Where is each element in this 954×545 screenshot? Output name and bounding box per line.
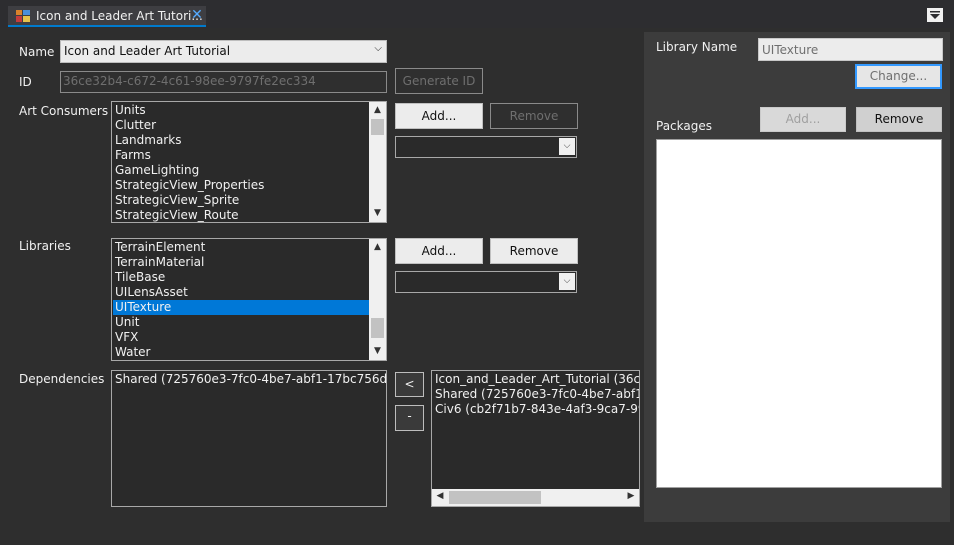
list-item[interactable]: Water [115, 345, 150, 360]
pkg-remove-button[interactable]: Remove [856, 107, 942, 132]
list-item[interactable]: VFX [115, 330, 138, 345]
list-item[interactable]: TerrainElement [115, 240, 205, 255]
scroll-thumb[interactable] [371, 318, 384, 338]
library-name-value: UITexture [762, 43, 819, 57]
scroll-down-icon[interactable]: ▼ [369, 205, 386, 222]
chevron-down-icon: ⌵ [559, 138, 575, 155]
scroll-up-icon[interactable]: ▲ [369, 102, 386, 119]
available-dependencies-list[interactable]: Icon_and_Leader_Art_Tutorial (36ce32b Sh… [431, 370, 640, 507]
pkg-add-button[interactable]: Add... [760, 107, 846, 132]
horizontal-scrollbar[interactable]: ◀ ▶ [432, 489, 639, 506]
library-name-label: Library Name [656, 40, 738, 54]
scroll-thumb[interactable] [449, 491, 541, 504]
close-icon[interactable]: ✕ [190, 8, 204, 22]
art-consumer-dropdown[interactable]: ⌵ [395, 136, 577, 158]
libraries-list[interactable]: TerrainElement TerrainMaterial TileBase … [111, 238, 387, 361]
packages-label: Packages [656, 119, 712, 133]
list-item[interactable]: Civ6 (cb2f71b7-843e-4af3-9ca7-992acc [435, 402, 639, 417]
list-item[interactable]: Shared (725760e3-7fc0-4be7-abf1-17bc756d… [115, 372, 386, 387]
list-item[interactable]: Shared (725760e3-7fc0-4be7-abf1-17bc [435, 387, 639, 402]
list-item[interactable]: UILensAsset [115, 285, 188, 300]
chevron-down-icon: ⌵ [559, 273, 575, 290]
art-consumers-list[interactable]: Units Clutter Landmarks Farms GameLighti… [111, 101, 387, 223]
lib-remove-button[interactable]: Remove [490, 238, 578, 264]
list-item[interactable]: Icon_and_Leader_Art_Tutorial (36ce32b [435, 372, 639, 387]
dependencies-list[interactable]: Shared (725760e3-7fc0-4be7-abf1-17bc756d… [111, 370, 387, 507]
list-item[interactable]: Unit [115, 315, 139, 330]
list-item[interactable]: Farms [115, 148, 151, 163]
lib-add-button[interactable]: Add... [395, 238, 483, 264]
art-consumers-label: Art Consumers [19, 104, 109, 118]
chevron-down-icon: ⌵ [374, 43, 382, 54]
project-icon [16, 10, 30, 22]
remove-dependency-button[interactable]: - [395, 405, 424, 431]
scroll-thumb[interactable] [371, 119, 384, 135]
list-item[interactable]: StrategicView_Sprite [115, 193, 239, 208]
add-dependency-button[interactable]: < [395, 372, 424, 397]
list-item[interactable]: StrategicView_Properties [115, 178, 264, 193]
list-item[interactable]: StrategicView_Route [115, 208, 239, 222]
document-tab[interactable]: Icon and Leader Art Tutori... ✕ [8, 6, 206, 27]
dependencies-label: Dependencies [19, 372, 105, 386]
id-value: 36ce32b4-c672-4c61-98ee-9797fe2ec334 [63, 74, 316, 88]
library-dropdown[interactable]: ⌵ [395, 271, 577, 293]
scroll-left-icon[interactable]: ◀ [432, 489, 448, 506]
name-value: Icon and Leader Art Tutorial [64, 44, 231, 58]
list-item[interactable]: Landmarks [115, 133, 181, 148]
list-item-selected[interactable]: UITexture [113, 300, 369, 315]
scroll-right-icon[interactable]: ▶ [623, 489, 639, 506]
id-label: ID [19, 75, 32, 89]
list-item[interactable]: TileBase [115, 270, 165, 285]
generate-id-button[interactable]: Generate ID [395, 68, 483, 94]
vertical-scrollbar[interactable]: ▲ ▼ [369, 102, 386, 222]
name-label: Name [19, 45, 55, 59]
list-item[interactable]: Clutter [115, 118, 156, 133]
window-menu-icon[interactable] [927, 8, 943, 22]
list-item[interactable]: TerrainMaterial [115, 255, 204, 270]
scroll-up-icon[interactable]: ▲ [369, 239, 386, 256]
name-combobox[interactable]: Icon and Leader Art Tutorial ⌵ [60, 40, 387, 63]
change-button[interactable]: Change... [855, 64, 942, 89]
packages-list[interactable] [656, 139, 942, 488]
id-field: 36ce32b4-c672-4c61-98ee-9797fe2ec334 [60, 71, 387, 93]
tab-title: Icon and Leader Art Tutori... [36, 9, 203, 23]
list-item[interactable]: GameLighting [115, 163, 199, 178]
vertical-scrollbar[interactable]: ▲ ▼ [369, 239, 386, 360]
scroll-down-icon[interactable]: ▼ [369, 343, 386, 360]
art-add-button[interactable]: Add... [395, 103, 483, 129]
list-item[interactable]: Units [115, 103, 146, 118]
art-remove-button[interactable]: Remove [490, 103, 578, 129]
library-name-field: UITexture [758, 38, 943, 61]
libraries-label: Libraries [19, 239, 71, 253]
